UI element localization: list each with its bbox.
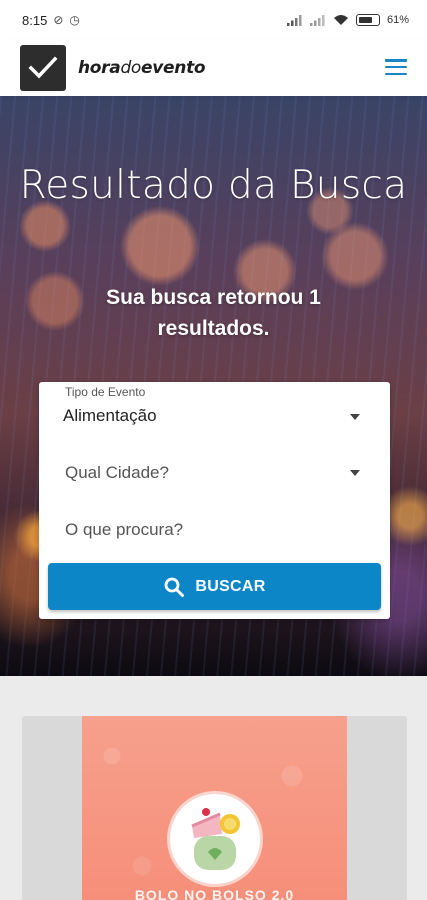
query-input[interactable]: O que procura?: [63, 510, 366, 550]
city-placeholder: Qual Cidade?: [65, 463, 169, 482]
results-section: BOLO NO BOLSO 2.0: [0, 676, 427, 900]
results-count-text: Sua busca retornou 1 resultados.: [106, 286, 321, 340]
event-type-value: Alimentação: [63, 406, 157, 425]
no-disturb-icon: ⊘: [53, 13, 64, 27]
city-select[interactable]: Qual Cidade?: [63, 454, 366, 494]
search-button-label: BUSCAR: [195, 577, 266, 595]
logo-wordmark[interactable]: horadoevento: [78, 58, 206, 78]
logo-evento: evento: [141, 58, 206, 78]
chevron-down-icon: [350, 470, 360, 476]
hamburger-menu-icon[interactable]: [385, 59, 407, 75]
result-title: BOLO NO BOLSO 2.0: [134, 887, 295, 900]
alarm-icon: ◷: [69, 13, 80, 27]
battery-icon: [355, 14, 380, 26]
search-icon: [164, 577, 185, 597]
result-image[interactable]: BOLO NO BOLSO 2.0: [82, 716, 347, 900]
signal-icon: [309, 15, 325, 26]
status-bar: 8:15 ⊘ ◷ 61%: [0, 0, 427, 40]
logo-check-icon[interactable]: [20, 45, 66, 91]
event-type-select[interactable]: Tipo de Evento Alimentação: [63, 385, 366, 428]
product-logo-icon: [170, 794, 260, 884]
query-placeholder: O que procura?: [65, 520, 184, 539]
signal-icon: [286, 15, 302, 26]
logo-hora: hora: [78, 58, 121, 78]
search-button[interactable]: BUSCAR: [48, 563, 381, 610]
page-title: Resultado da Busca: [19, 163, 408, 208]
wifi-icon: [333, 15, 348, 25]
event-type-label: Tipo de Evento: [65, 385, 146, 399]
status-time: 8:15: [22, 12, 48, 28]
battery-percent: 61%: [386, 14, 409, 26]
result-card[interactable]: BOLO NO BOLSO 2.0: [22, 716, 407, 900]
app-header: horadoevento: [0, 40, 427, 96]
logo-do: do: [120, 58, 142, 78]
chevron-down-icon: [350, 414, 360, 420]
search-form: Tipo de Evento Alimentação Qual Cidade? …: [39, 382, 390, 619]
